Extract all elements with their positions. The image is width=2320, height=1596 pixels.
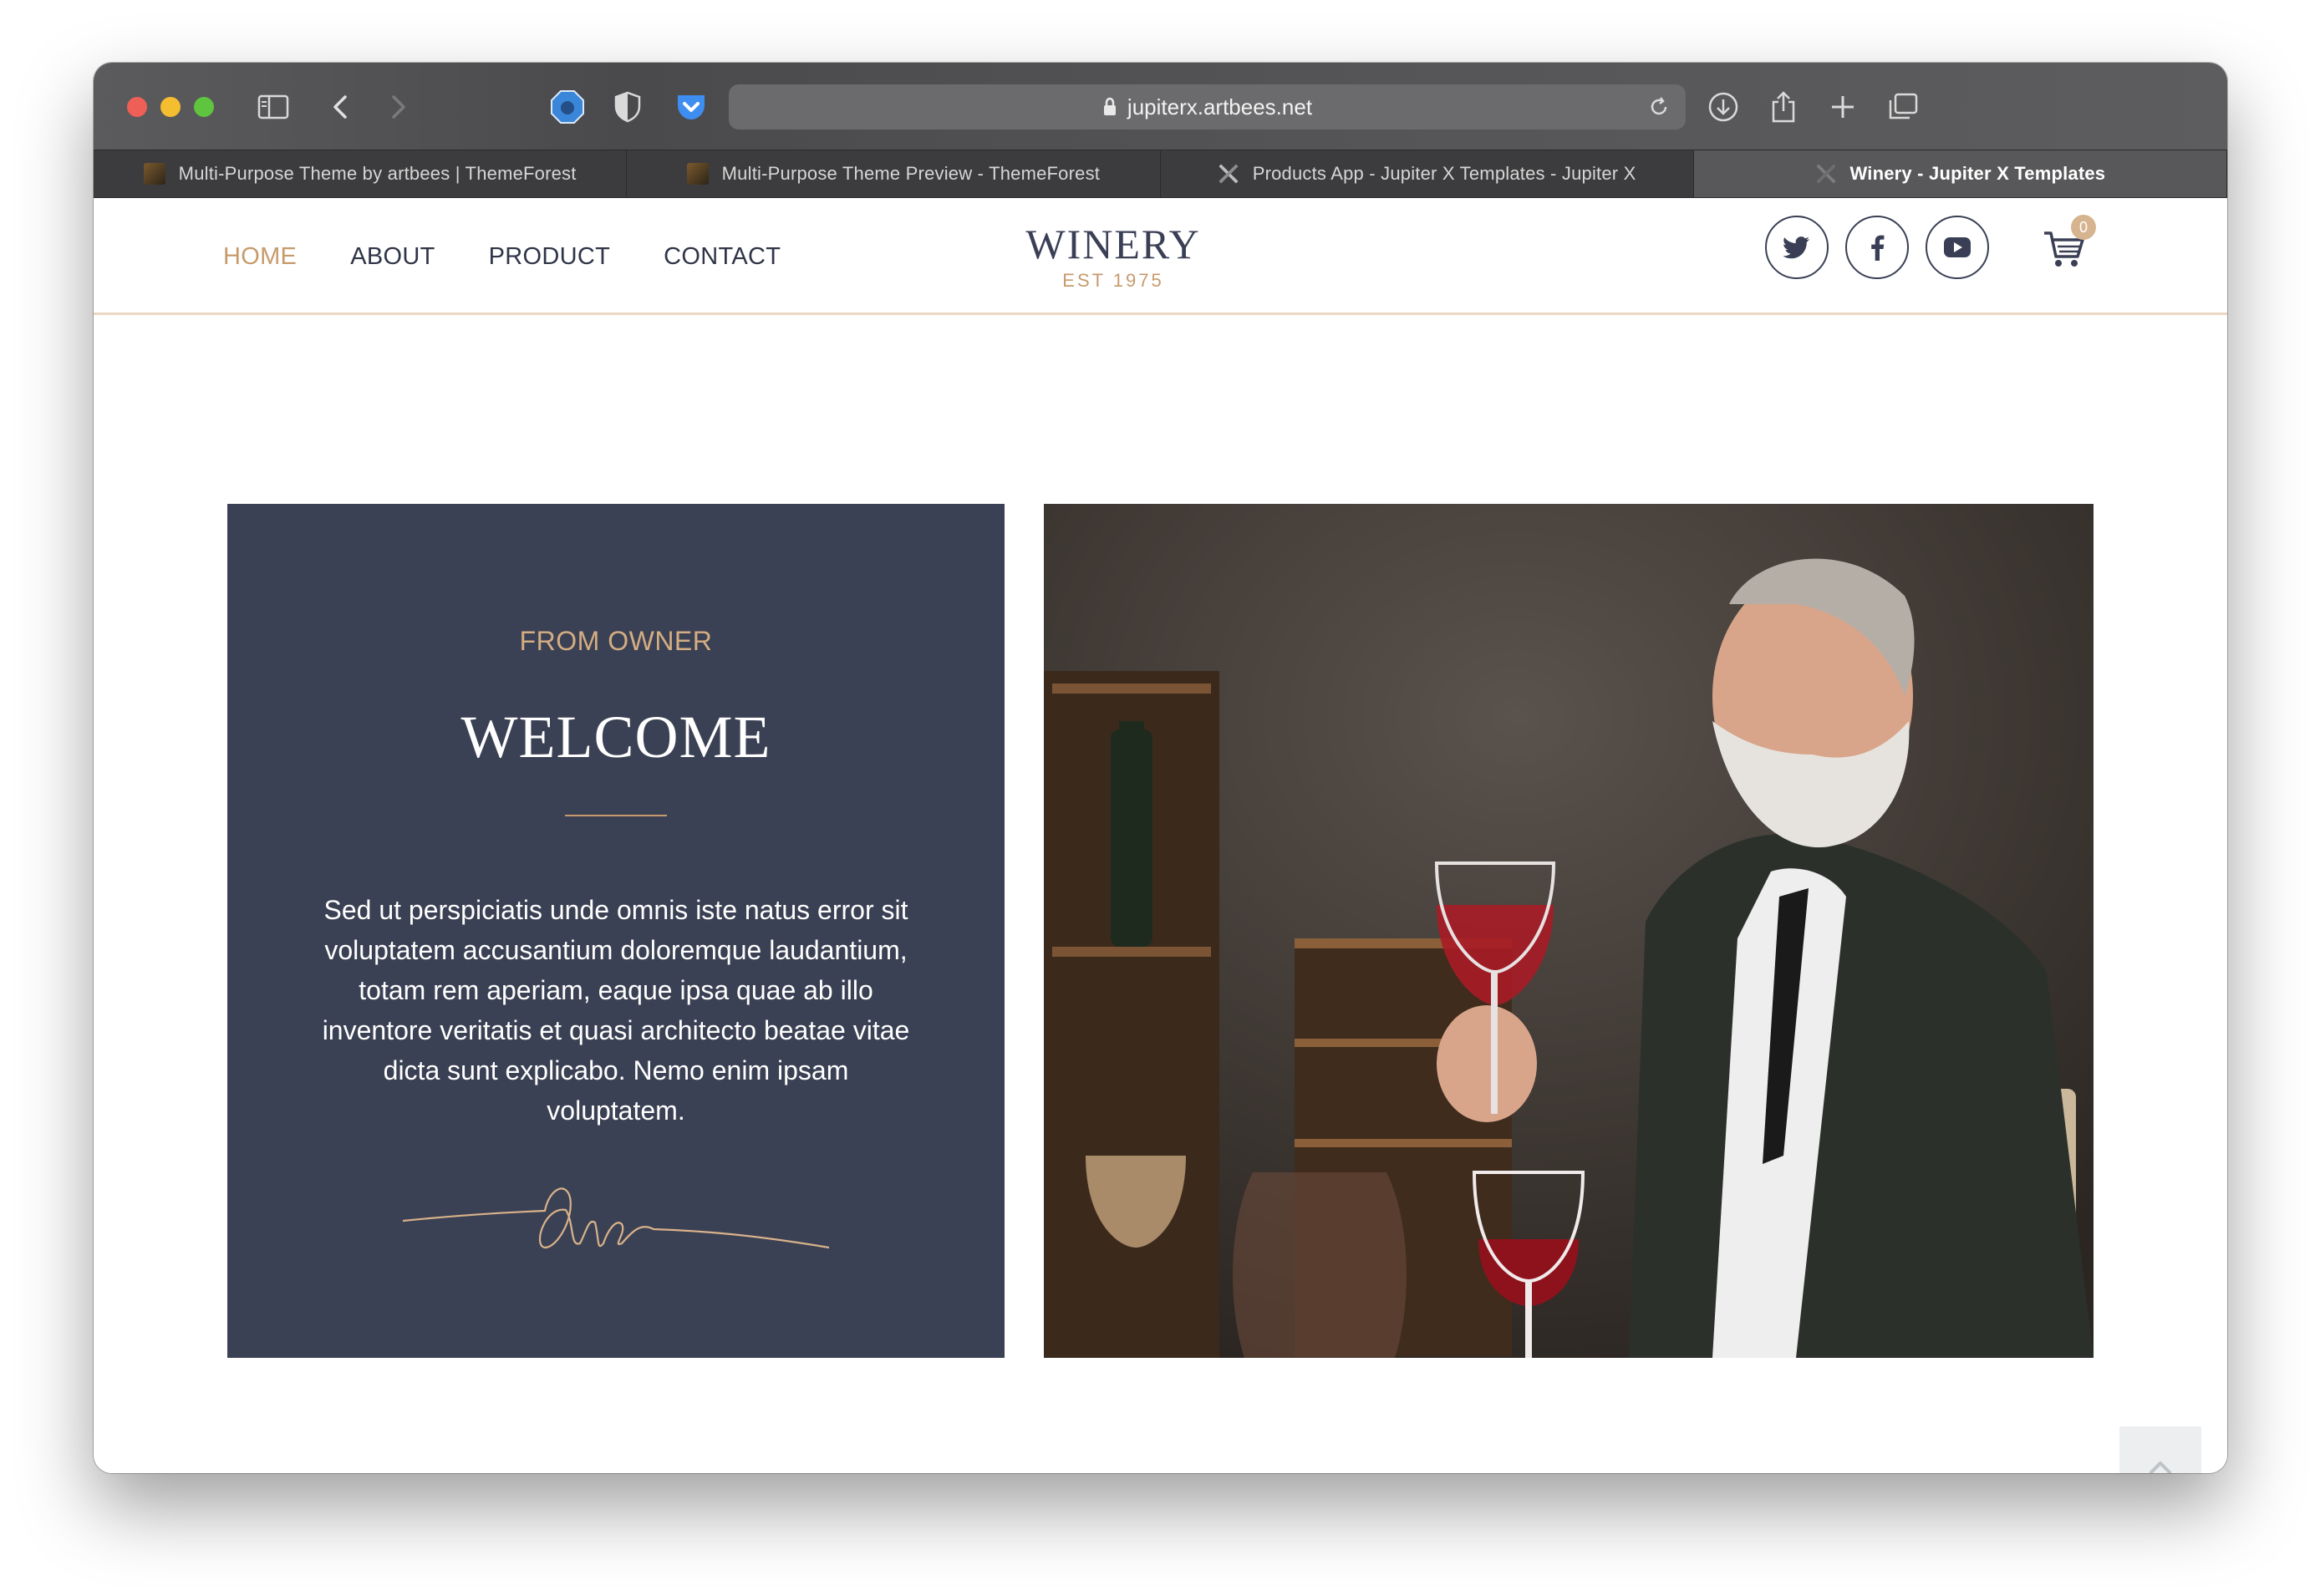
page-content: HOME ABOUT PRODUCT CONTACT WINERY EST 19… bbox=[94, 198, 2227, 1473]
address-bar[interactable]: jupiterx.artbees.net bbox=[729, 84, 1686, 130]
browser-tab-active[interactable]: Winery - Jupiter X Templates bbox=[1693, 150, 2227, 197]
section-eyebrow: FROM OWNER bbox=[519, 626, 713, 656]
themeforest-icon bbox=[143, 163, 165, 185]
tab-label: Winery - Jupiter X Templates bbox=[1849, 163, 2106, 184]
adblock-extension-icon[interactable] bbox=[547, 86, 588, 128]
browser-toolbar: jupiterx.artbees.net bbox=[94, 63, 2227, 150]
tab-bar: Multi-Purpose Theme by artbees | ThemeFo… bbox=[94, 150, 2227, 198]
title-divider bbox=[565, 815, 667, 816]
sidebar-icon[interactable] bbox=[252, 86, 294, 128]
themeforest-icon bbox=[686, 163, 709, 185]
site-header: HOME ABOUT PRODUCT CONTACT WINERY EST 19… bbox=[94, 198, 2227, 315]
url-text: jupiterx.artbees.net bbox=[1127, 94, 1313, 119]
cart-count-badge: 0 bbox=[2071, 215, 2096, 240]
nav-item-contact[interactable]: CONTACT bbox=[664, 243, 781, 271]
pocket-icon[interactable] bbox=[670, 86, 712, 128]
logo-tagline: EST 1975 bbox=[1062, 270, 1164, 291]
minimize-window-button[interactable] bbox=[160, 97, 181, 117]
browser-tab[interactable]: Multi-Purpose Theme by artbees | ThemeFo… bbox=[94, 150, 628, 197]
site-logo[interactable]: WINERY EST 1975 bbox=[971, 221, 1255, 292]
tab-label: Products App - Jupiter X Templates - Jup… bbox=[1252, 163, 1636, 184]
facebook-icon[interactable] bbox=[1845, 216, 1909, 279]
signature-image bbox=[403, 1187, 829, 1249]
nav-item-product[interactable]: PRODUCT bbox=[489, 243, 611, 271]
section-title: WELCOME bbox=[460, 704, 771, 770]
owner-message: Sed ut perspiciatis unde omnis iste natu… bbox=[322, 895, 910, 1126]
browser-tab[interactable]: Multi-Purpose Theme Preview - ThemeFores… bbox=[627, 150, 1161, 197]
nav-item-home[interactable]: HOME bbox=[223, 243, 297, 271]
main-nav: HOME ABOUT PRODUCT CONTACT bbox=[223, 198, 834, 315]
lock-icon bbox=[1102, 97, 1117, 117]
tab-label: Multi-Purpose Theme by artbees | ThemeFo… bbox=[178, 163, 577, 184]
reload-icon[interactable] bbox=[1647, 95, 1671, 125]
jupiterx-icon bbox=[1815, 163, 1837, 185]
twitter-icon[interactable] bbox=[1765, 216, 1829, 279]
forward-icon[interactable] bbox=[378, 86, 420, 128]
share-icon[interactable] bbox=[1763, 86, 1804, 128]
privacy-shield-icon[interactable] bbox=[607, 86, 649, 128]
download-icon[interactable] bbox=[1702, 86, 1744, 128]
zoom-window-button[interactable] bbox=[194, 97, 214, 117]
browser-window: jupiterx.artbees.net Multi-Purpose Theme… bbox=[94, 63, 2227, 1473]
nav-item-about[interactable]: ABOUT bbox=[350, 243, 435, 271]
jupiterx-icon bbox=[1218, 163, 1239, 185]
tab-overview-icon[interactable] bbox=[1882, 86, 1924, 128]
tab-label: Multi-Purpose Theme Preview - ThemeFores… bbox=[721, 163, 1101, 184]
back-icon[interactable] bbox=[319, 86, 361, 128]
youtube-icon[interactable] bbox=[1926, 216, 1989, 279]
browser-tab[interactable]: Products App - Jupiter X Templates - Jup… bbox=[1161, 150, 1694, 197]
logo-name: WINERY bbox=[1025, 221, 1201, 267]
new-tab-icon[interactable] bbox=[1822, 86, 1864, 128]
scroll-to-top-button[interactable] bbox=[2119, 1426, 2201, 1473]
owner-photo bbox=[1044, 504, 2094, 1358]
owner-welcome-card: FROM OWNER WELCOME Sed ut perspiciatis u… bbox=[227, 504, 1005, 1358]
close-window-button[interactable] bbox=[127, 97, 147, 117]
